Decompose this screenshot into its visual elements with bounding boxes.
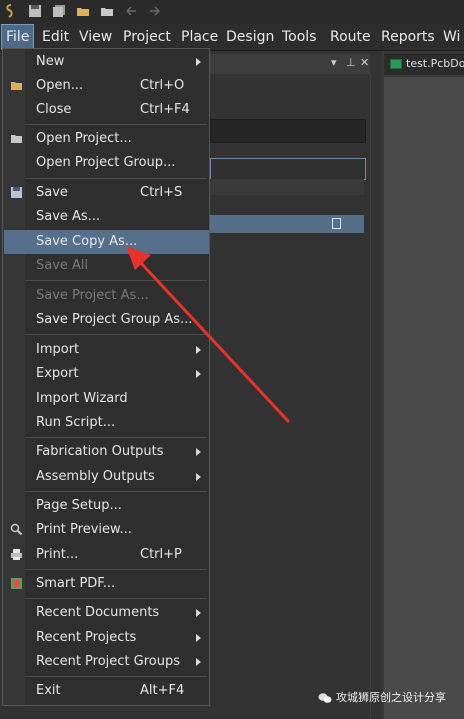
watermark-text: 攻城狮原创之设计分享 xyxy=(336,691,446,704)
annotation-arrow xyxy=(126,246,290,423)
wechat-icon xyxy=(318,693,332,703)
